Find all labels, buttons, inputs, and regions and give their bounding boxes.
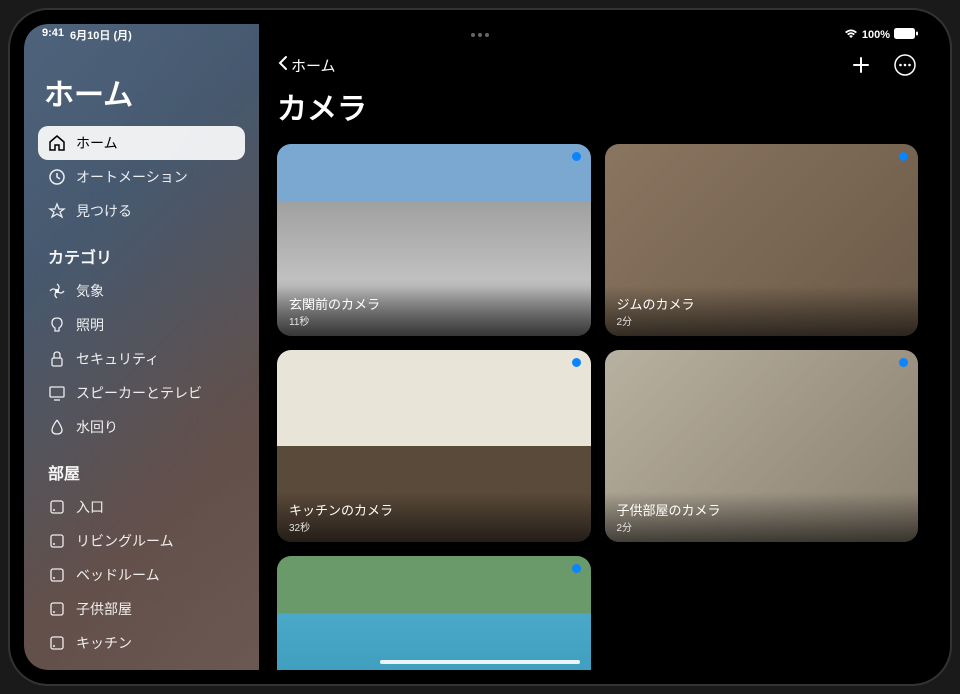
ipad-frame: 9:41 6月10日 (月) 100% ホーム [10,10,950,684]
camera-name: ジムのカメラ [617,294,907,313]
sidebar-label: 入口 [76,497,104,517]
status-time: 9:41 [42,27,64,43]
camera-info: キッチンのカメラ 32秒 [277,492,591,542]
room-icon [48,498,66,516]
sidebar-section-category: カテゴリ [48,244,235,268]
camera-thumbnail [277,556,591,670]
battery-icon [894,28,918,42]
camera-grid: 玄関前のカメラ 11秒 ジムのカメラ 2分 キッチンのカ [277,144,918,670]
sidebar-label: 水回り [76,417,118,437]
screen: 9:41 6月10日 (月) 100% ホーム [24,24,936,670]
sidebar-label: 子供部屋 [76,599,132,619]
camera-info: 玄関前のカメラ 11秒 [277,286,591,336]
sidebar-item-water[interactable]: 水回り [38,410,245,444]
camera-info: ジムのカメラ 2分 [605,286,919,336]
home-indicator[interactable] [380,660,580,664]
page-title: カメラ [277,84,918,128]
sidebar-item-room-living[interactable]: リビングルーム [38,524,245,558]
sidebar-label: リビングルーム [76,531,174,551]
main-content: ホーム カメラ 玄関前のカメラ [259,24,936,670]
status-date: 6月10日 (月) [70,27,132,43]
camera-tile-pool[interactable]: プールのカメラ [277,556,591,670]
camera-time: 32秒 [289,519,579,534]
sidebar-item-lights[interactable]: 照明 [38,308,245,342]
live-indicator-icon [899,152,908,161]
camera-tile-gym[interactable]: ジムのカメラ 2分 [605,144,919,336]
live-indicator-icon [899,358,908,367]
tv-icon [48,384,66,402]
sidebar-label: スピーカーとテレビ [76,383,202,403]
sidebar-label: オートメーション [76,167,188,187]
back-button[interactable]: ホーム [277,54,336,76]
sidebar-label: 気象 [76,281,104,301]
sidebar-item-climate[interactable]: 気象 [38,274,245,308]
status-bar: 9:41 6月10日 (月) 100% [24,24,936,46]
sidebar-label: セキュリティ [76,349,159,369]
camera-name: 子供部屋のカメラ [617,500,907,519]
sidebar-item-room-entry[interactable]: 入口 [38,490,245,524]
sidebar-item-room-kitchen[interactable]: キッチン [38,626,245,660]
sidebar-item-room-bedroom[interactable]: ベッドルーム [38,558,245,592]
sidebar-item-speakers-tv[interactable]: スピーカーとテレビ [38,376,245,410]
bulb-icon [48,316,66,334]
chevron-left-icon [277,54,289,76]
sidebar: ホーム ホーム オートメーション 見つける カテゴリ [24,24,259,670]
wifi-icon [844,29,858,42]
star-icon [48,202,66,220]
multitasking-dots-icon[interactable] [471,33,489,37]
fan-icon [48,282,66,300]
camera-tile-kidsroom[interactable]: 子供部屋のカメラ 2分 [605,350,919,542]
add-button[interactable] [848,52,874,78]
sidebar-item-discover[interactable]: 見つける [38,194,245,228]
camera-tile-driveway[interactable]: 玄関前のカメラ 11秒 [277,144,591,336]
camera-time: 11秒 [289,313,579,328]
live-indicator-icon [572,152,581,161]
camera-info: 子供部屋のカメラ 2分 [605,492,919,542]
sidebar-label: ベッドルーム [76,565,160,585]
sidebar-section-rooms: 部屋 [48,460,235,484]
home-icon [48,134,66,152]
camera-time: 2分 [617,519,907,534]
sidebar-item-automation[interactable]: オートメーション [38,160,245,194]
more-circle-icon [894,54,916,76]
drop-icon [48,418,66,436]
camera-name: 玄関前のカメラ [289,294,579,313]
more-button[interactable] [892,52,918,78]
room-icon [48,532,66,550]
lock-icon [48,350,66,368]
live-indicator-icon [572,358,581,367]
room-icon [48,634,66,652]
plus-icon [851,55,871,75]
live-indicator-icon [572,564,581,573]
room-icon [48,566,66,584]
sidebar-label: 見つける [76,201,132,221]
camera-tile-kitchen[interactable]: キッチンのカメラ 32秒 [277,350,591,542]
sidebar-label: ホーム [76,133,118,153]
camera-time: 2分 [617,313,907,328]
sidebar-label: キッチン [76,633,132,653]
camera-name: キッチンのカメラ [289,500,579,519]
sidebar-item-room-kids[interactable]: 子供部屋 [38,592,245,626]
sidebar-label: 照明 [76,315,104,335]
room-icon [48,600,66,618]
clock-icon [48,168,66,186]
sidebar-item-security[interactable]: セキュリティ [38,342,245,376]
sidebar-item-home[interactable]: ホーム [38,126,245,160]
back-label: ホーム [291,55,336,76]
sidebar-title: ホーム [44,70,239,114]
battery-percent: 100% [862,29,890,41]
